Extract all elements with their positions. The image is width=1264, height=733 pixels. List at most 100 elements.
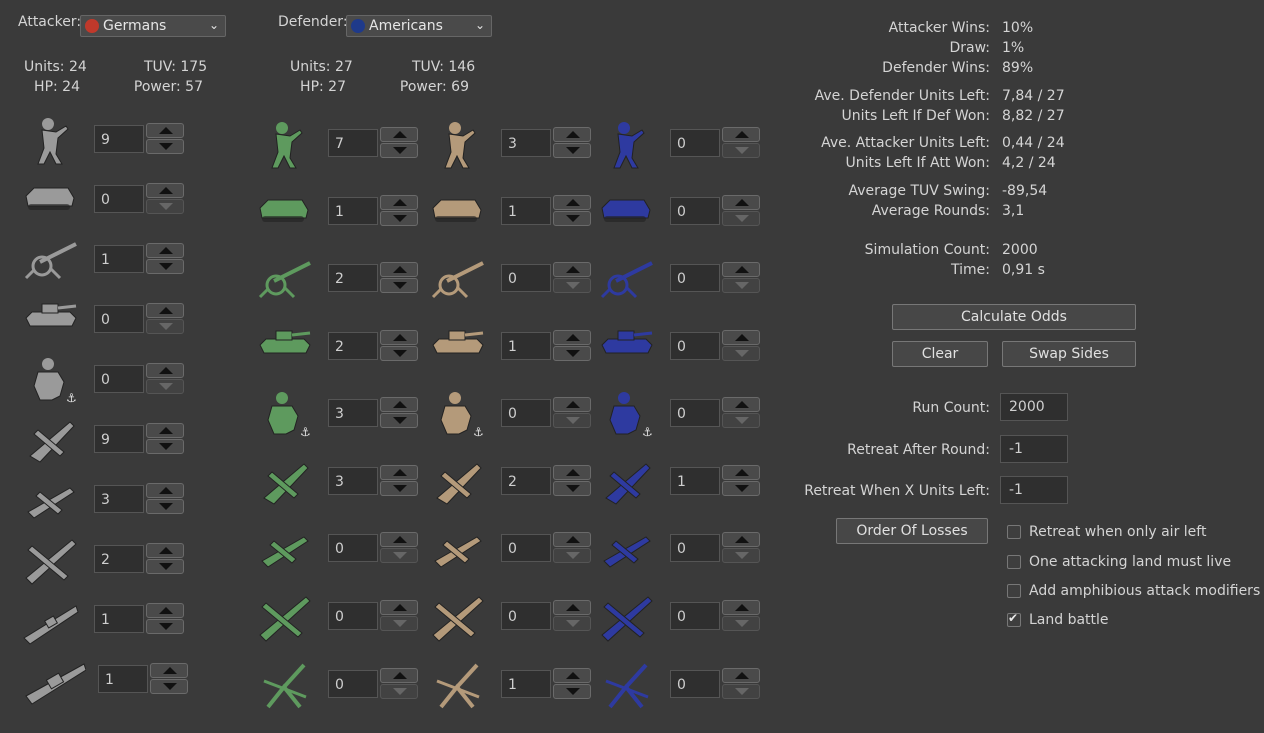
decrement-arrow-icon[interactable] xyxy=(553,346,591,361)
defender-green-artillery-spinner[interactable] xyxy=(380,262,418,294)
attacker-infantry-count-input[interactable]: 9 xyxy=(94,125,144,153)
air-left-checkbox[interactable] xyxy=(1007,525,1021,539)
decrement-arrow-icon[interactable] xyxy=(150,679,188,694)
decrement-arrow-icon[interactable] xyxy=(722,413,760,428)
decrement-arrow-icon[interactable] xyxy=(722,346,760,361)
defender-blue-tank-spinner[interactable] xyxy=(722,330,760,362)
defender-green-infantry-spinner[interactable] xyxy=(380,127,418,159)
swap-sides-button[interactable]: Swap Sides xyxy=(1002,341,1136,367)
defender-blue-fighter-spinner[interactable] xyxy=(722,465,760,497)
decrement-arrow-icon[interactable] xyxy=(553,548,591,563)
decrement-arrow-icon[interactable] xyxy=(380,548,418,563)
decrement-arrow-icon[interactable] xyxy=(146,379,184,394)
increment-arrow-icon[interactable] xyxy=(380,262,418,277)
defender-green-infantry-count-input[interactable]: 7 xyxy=(328,129,378,157)
defender-tan-halftrack-count-input[interactable]: 1 xyxy=(501,197,551,225)
attacker-artillery-count-input[interactable]: 1 xyxy=(94,245,144,273)
decrement-arrow-icon[interactable] xyxy=(553,481,591,496)
attacker-destroyer-spinner[interactable] xyxy=(146,603,184,635)
order-of-losses-button[interactable]: Order Of Losses xyxy=(836,518,988,544)
increment-arrow-icon[interactable] xyxy=(722,600,760,615)
increment-arrow-icon[interactable] xyxy=(722,465,760,480)
defender-tan-fighter-count-input[interactable]: 2 xyxy=(501,467,551,495)
decrement-arrow-icon[interactable] xyxy=(380,278,418,293)
increment-arrow-icon[interactable] xyxy=(380,600,418,615)
increment-arrow-icon[interactable] xyxy=(553,465,591,480)
increment-arrow-icon[interactable] xyxy=(380,668,418,683)
decrement-arrow-icon[interactable] xyxy=(146,199,184,214)
increment-arrow-icon[interactable] xyxy=(146,123,184,138)
increment-arrow-icon[interactable] xyxy=(146,303,184,318)
increment-arrow-icon[interactable] xyxy=(380,397,418,412)
decrement-arrow-icon[interactable] xyxy=(146,259,184,274)
defender-blue-infantry-spinner[interactable] xyxy=(722,127,760,159)
increment-arrow-icon[interactable] xyxy=(553,668,591,683)
increment-arrow-icon[interactable] xyxy=(553,127,591,142)
decrement-arrow-icon[interactable] xyxy=(553,278,591,293)
defender-blue-tank-count-input[interactable]: 0 xyxy=(670,332,720,360)
decrement-arrow-icon[interactable] xyxy=(553,684,591,699)
increment-arrow-icon[interactable] xyxy=(553,532,591,547)
increment-arrow-icon[interactable] xyxy=(146,423,184,438)
decrement-arrow-icon[interactable] xyxy=(146,439,184,454)
attacker-halftrack-spinner[interactable] xyxy=(146,183,184,215)
increment-arrow-icon[interactable] xyxy=(722,668,760,683)
defender-tan-fighter-spinner[interactable] xyxy=(553,465,591,497)
defender-green-tactical-count-input[interactable]: 0 xyxy=(328,534,378,562)
defender-tan-tactical-spinner[interactable] xyxy=(553,532,591,564)
defender-tan-artillery-count-input[interactable]: 0 xyxy=(501,264,551,292)
increment-arrow-icon[interactable] xyxy=(553,330,591,345)
defender-green-bomber-spinner[interactable] xyxy=(380,600,418,632)
retreat-units-input[interactable]: -1 xyxy=(1000,476,1068,504)
decrement-arrow-icon[interactable] xyxy=(553,413,591,428)
defender-blue-tactical-spinner[interactable] xyxy=(722,532,760,564)
defender-green-halftrack-count-input[interactable]: 1 xyxy=(328,197,378,225)
attacker-fighter-count-input[interactable]: 9 xyxy=(94,425,144,453)
decrement-arrow-icon[interactable] xyxy=(146,559,184,574)
attacker-bomber-count-input[interactable]: 2 xyxy=(94,545,144,573)
increment-arrow-icon[interactable] xyxy=(722,127,760,142)
decrement-arrow-icon[interactable] xyxy=(553,143,591,158)
one-land-checkbox[interactable] xyxy=(1007,555,1021,569)
attacker-artillery-spinner[interactable] xyxy=(146,243,184,275)
decrement-arrow-icon[interactable] xyxy=(380,211,418,226)
attacker-tank-count-input[interactable]: 0 xyxy=(94,305,144,333)
decrement-arrow-icon[interactable] xyxy=(722,481,760,496)
defender-green-artillery-count-input[interactable]: 2 xyxy=(328,264,378,292)
amphibious-checkbox[interactable] xyxy=(1007,584,1021,598)
decrement-arrow-icon[interactable] xyxy=(722,616,760,631)
defender-blue-artillery-spinner[interactable] xyxy=(722,262,760,294)
defender-green-aa-spinner[interactable] xyxy=(380,668,418,700)
defender-blue-marine-spinner[interactable] xyxy=(722,397,760,429)
attacker-tactical-spinner[interactable] xyxy=(146,483,184,515)
defender-blue-artillery-count-input[interactable]: 0 xyxy=(670,264,720,292)
defender-blue-infantry-count-input[interactable]: 0 xyxy=(670,129,720,157)
defender-green-tactical-spinner[interactable] xyxy=(380,532,418,564)
increment-arrow-icon[interactable] xyxy=(146,243,184,258)
calculate-odds-button[interactable]: Calculate Odds xyxy=(892,304,1136,330)
attacker-nation-select[interactable]: Germans ⌄ xyxy=(80,15,226,37)
defender-tan-aa-spinner[interactable] xyxy=(553,668,591,700)
attacker-bomber-spinner[interactable] xyxy=(146,543,184,575)
defender-green-tank-spinner[interactable] xyxy=(380,330,418,362)
attacker-tactical-count-input[interactable]: 3 xyxy=(94,485,144,513)
decrement-arrow-icon[interactable] xyxy=(722,143,760,158)
attacker-tank-spinner[interactable] xyxy=(146,303,184,335)
decrement-arrow-icon[interactable] xyxy=(146,619,184,634)
defender-blue-fighter-count-input[interactable]: 1 xyxy=(670,467,720,495)
increment-arrow-icon[interactable] xyxy=(380,195,418,210)
decrement-arrow-icon[interactable] xyxy=(722,211,760,226)
increment-arrow-icon[interactable] xyxy=(553,195,591,210)
increment-arrow-icon[interactable] xyxy=(553,600,591,615)
increment-arrow-icon[interactable] xyxy=(146,603,184,618)
defender-blue-tactical-count-input[interactable]: 0 xyxy=(670,534,720,562)
defender-tan-tank-count-input[interactable]: 1 xyxy=(501,332,551,360)
defender-tan-bomber-spinner[interactable] xyxy=(553,600,591,632)
defender-tan-aa-count-input[interactable]: 1 xyxy=(501,670,551,698)
decrement-arrow-icon[interactable] xyxy=(380,616,418,631)
defender-blue-aa-count-input[interactable]: 0 xyxy=(670,670,720,698)
decrement-arrow-icon[interactable] xyxy=(553,616,591,631)
decrement-arrow-icon[interactable] xyxy=(380,346,418,361)
decrement-arrow-icon[interactable] xyxy=(553,211,591,226)
defender-tan-tank-spinner[interactable] xyxy=(553,330,591,362)
